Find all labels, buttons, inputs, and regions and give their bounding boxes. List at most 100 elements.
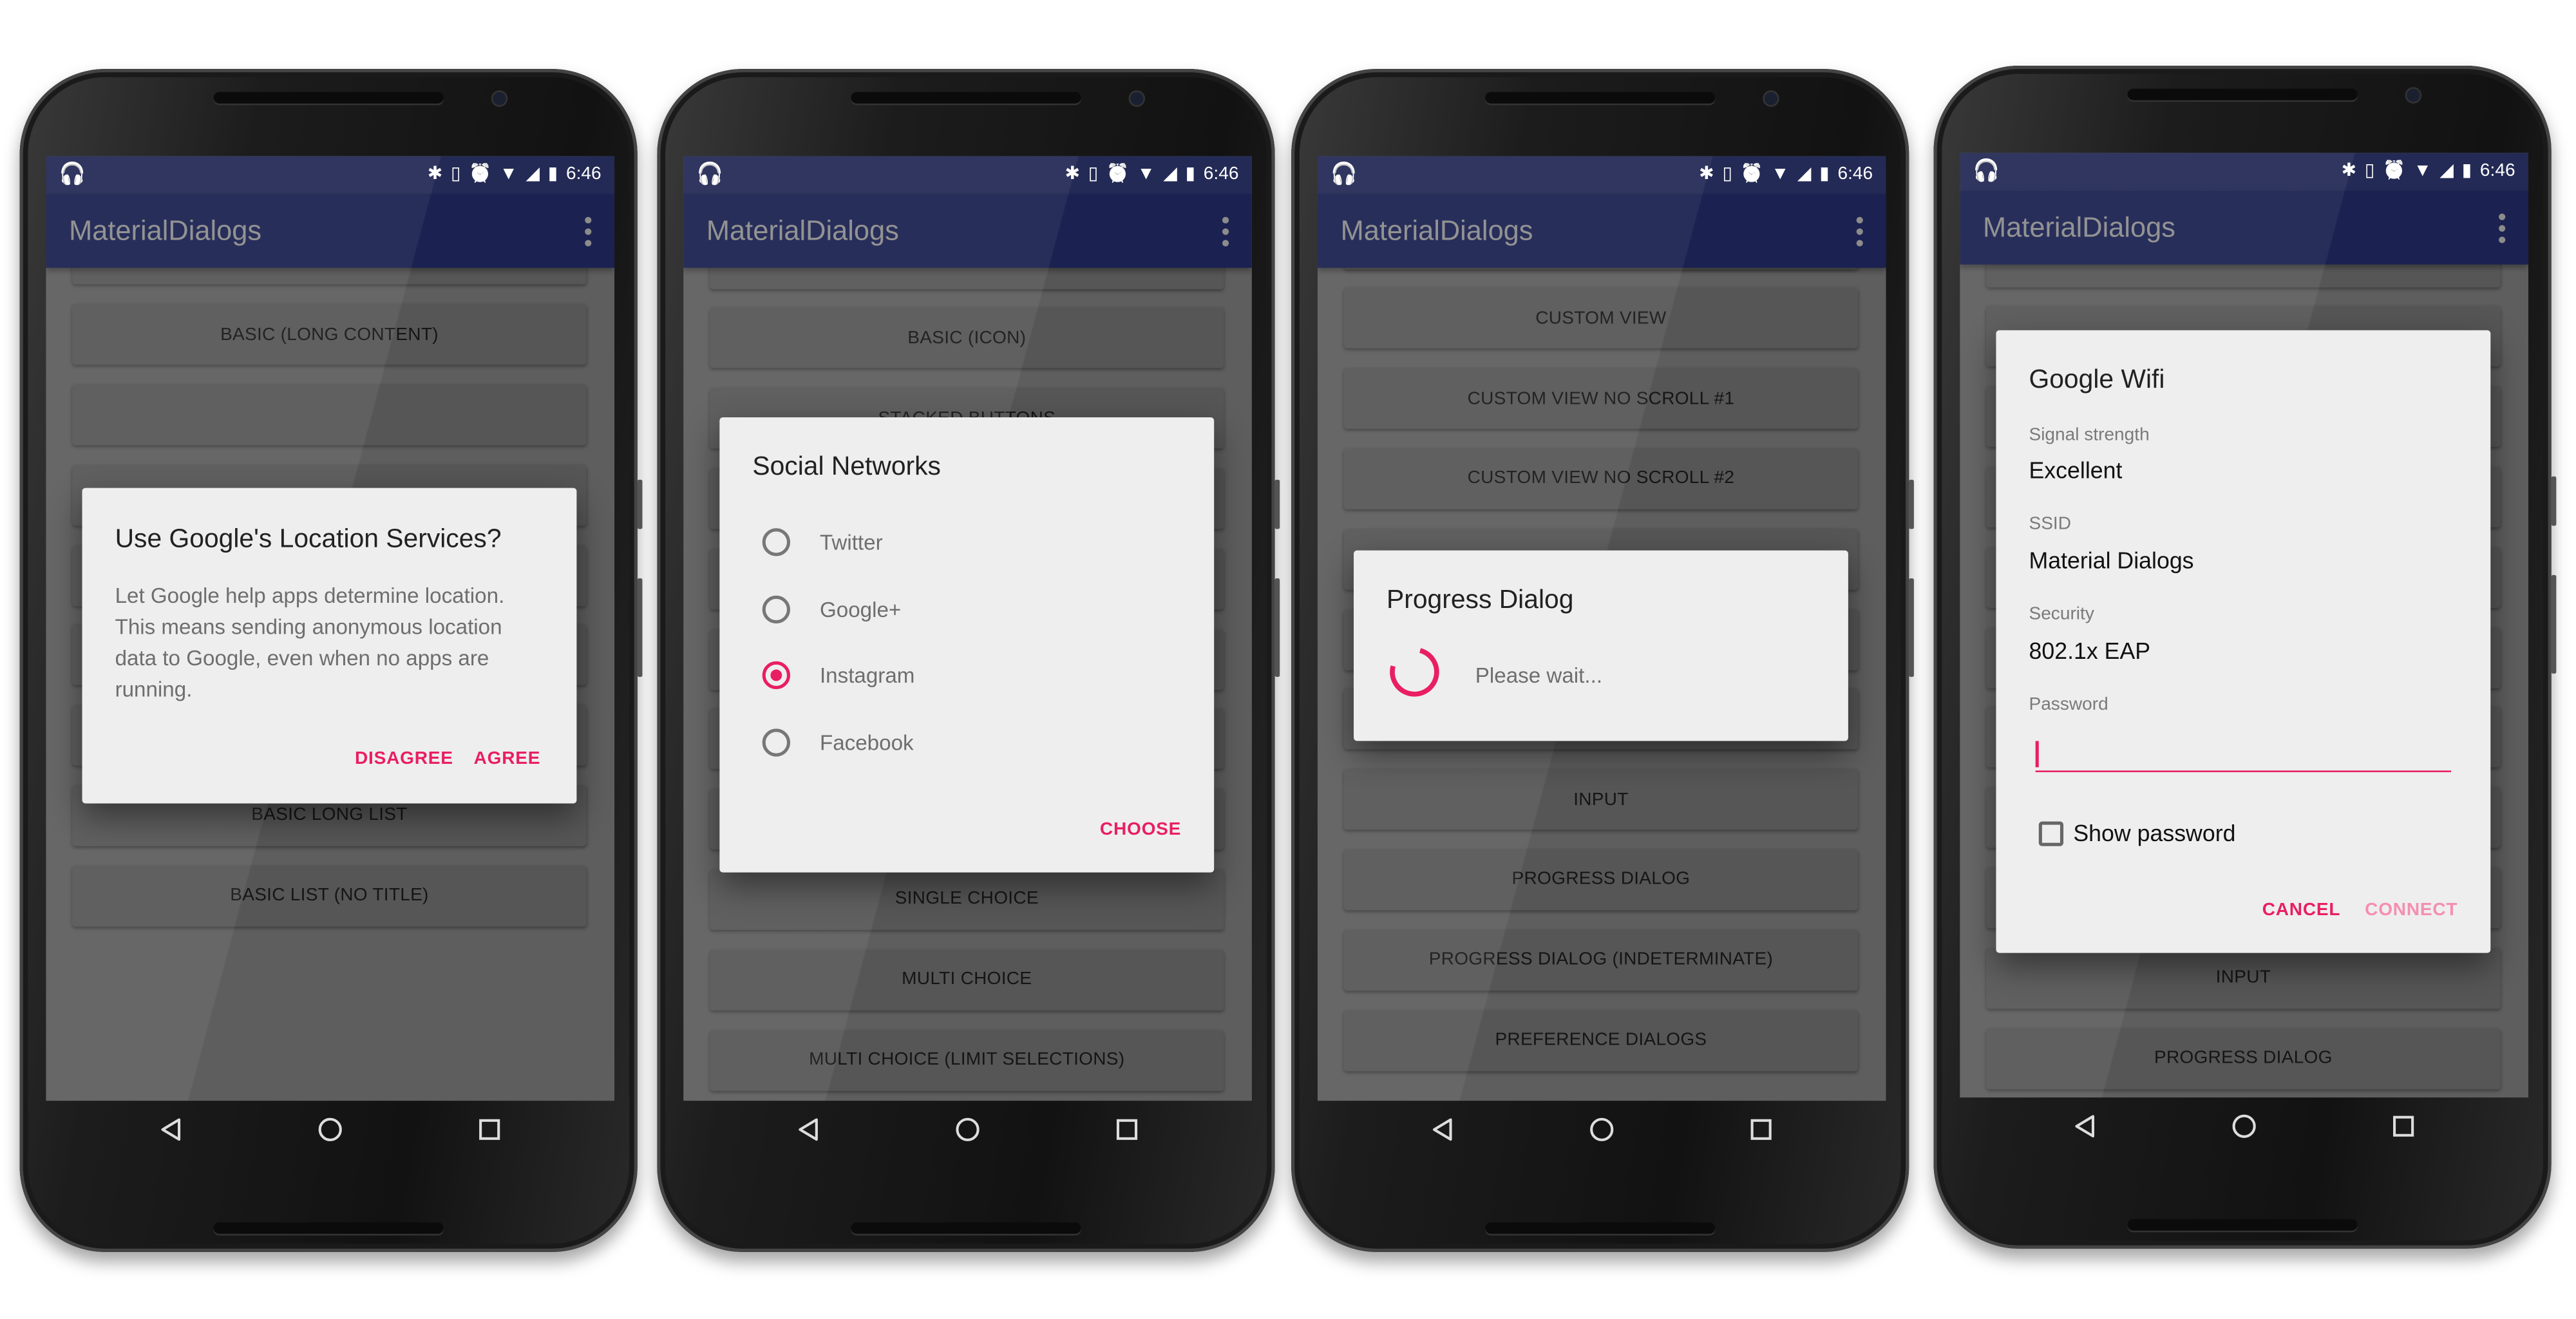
demo-button[interactable]: MULTI CHOICE (LIMIT SELECTIONS) xyxy=(710,1029,1224,1090)
demo-button[interactable]: SINGLE CHOICE xyxy=(710,869,1224,930)
bottom-speaker xyxy=(213,1222,444,1234)
bottom-speaker xyxy=(2127,1219,2358,1231)
alarm-icon: ⏰ xyxy=(1740,164,1763,184)
back-icon[interactable] xyxy=(159,1118,182,1149)
demo-button[interactable]: PROGRESS DIALOG (INDETERMINATE) xyxy=(1343,929,1859,991)
password-input[interactable] xyxy=(2035,734,2452,772)
show-password-label[interactable]: Show password xyxy=(2073,820,2235,846)
disagree-button[interactable]: DISAGREE xyxy=(355,749,453,769)
choose-button[interactable]: CHOOSE xyxy=(1100,820,1181,840)
recents-icon[interactable] xyxy=(1116,1119,1138,1148)
text-cursor xyxy=(2035,741,2038,768)
wifi-icon: ▼ xyxy=(499,164,518,184)
front-camera xyxy=(493,91,506,106)
demo-button[interactable]: INPUT xyxy=(1986,947,2501,1009)
volume-button xyxy=(2551,574,2557,674)
battery-icon: ▮ xyxy=(1185,164,1196,184)
agree-button[interactable]: AGREE xyxy=(474,749,541,769)
battery-icon: ▮ xyxy=(1819,164,1830,184)
power-button xyxy=(1274,479,1280,529)
front-camera xyxy=(2407,88,2420,102)
demo-button[interactable]: PROGRESS DIALOG xyxy=(1343,849,1859,910)
app-bar: MaterialDialogs xyxy=(1960,190,2528,265)
dialog-title: Social Networks xyxy=(752,453,941,482)
vibrate-icon: ▯ xyxy=(2364,160,2375,181)
demo-button[interactable]: INPUT xyxy=(1343,769,1859,830)
demo-button[interactable]: CUSTOM VIEW NO SCROLL #1 xyxy=(1343,368,1859,430)
volume-button xyxy=(1909,578,1914,678)
clock: 6:46 xyxy=(566,164,601,184)
phone-1: 🎧✱▯⏰▼◢▮6:46MaterialDialogsBASIC (NO TITL… xyxy=(19,69,643,1252)
dialog-title: Google Wifi xyxy=(2029,366,2165,395)
cancel-button[interactable]: CANCEL xyxy=(2262,900,2341,920)
radio-button[interactable] xyxy=(762,661,791,690)
headphones-icon: 🎧 xyxy=(59,160,86,186)
demo-button[interactable]: BASIC (LONG CONTENT) xyxy=(72,304,587,365)
ssid-label: SSID xyxy=(2029,514,2072,535)
demo-button[interactable]: PREFERENCE DIALOGS xyxy=(1343,1009,1859,1070)
earpiece-speaker xyxy=(2127,88,2358,100)
back-icon[interactable] xyxy=(1431,1118,1454,1149)
demo-button[interactable]: BASIC (ICON) xyxy=(710,307,1224,369)
home-icon[interactable] xyxy=(954,1116,981,1151)
home-icon[interactable] xyxy=(317,1116,343,1151)
front-camera xyxy=(1764,91,1778,106)
connect-button[interactable]: CONNECT xyxy=(2365,900,2458,920)
app-bar: MaterialDialogs xyxy=(46,194,615,268)
signal-strength-label: Signal strength xyxy=(2029,425,2150,446)
recents-icon[interactable] xyxy=(479,1119,500,1148)
vibrate-icon: ▯ xyxy=(1722,164,1732,184)
demo-button[interactable]: MULTI CHOICE xyxy=(710,949,1224,1011)
navigation-bar xyxy=(1318,1101,1886,1166)
earpiece-speaker xyxy=(213,91,444,104)
app-title: MaterialDialogs xyxy=(69,214,262,246)
dialog: Progress Dialog Please wait... xyxy=(1354,550,1848,741)
recents-icon[interactable] xyxy=(1750,1119,1772,1148)
security-value: 802.1x EAP xyxy=(2029,637,2151,664)
radio-button[interactable] xyxy=(762,728,791,756)
screen: 🎧 ✱ ▯ ⏰ ▼ ◢ ▮ 6:46 MaterialDialogs INPUT PROGRESS … xyxy=(1960,153,2528,1098)
navigation-bar xyxy=(46,1101,614,1166)
radio-button[interactable] xyxy=(762,528,791,556)
battery-icon: ▮ xyxy=(547,164,558,184)
status-bar: 🎧 ✱ ▯ ⏰ ▼ ◢ ▮ 6:46 xyxy=(1317,156,1886,195)
dialog: Social Networks Twitter Google+ Instagram Fa… xyxy=(719,417,1215,873)
status-icons: ✱ ▯ ⏰ ▼ ◢ ▮ 6:46 xyxy=(1065,163,1238,186)
demo-button[interactable]: BASIC LIST (NO TITLE) xyxy=(72,865,587,926)
recents-icon[interactable] xyxy=(2393,1115,2414,1145)
demo-button[interactable] xyxy=(72,384,587,446)
stage: 🎧✱▯⏰▼◢▮6:46MaterialDialogsBASIC (NO TITL… xyxy=(0,0,2576,1319)
overflow-menu-icon[interactable] xyxy=(585,216,592,252)
radio-label[interactable]: Instagram xyxy=(820,663,914,687)
security-label: Security xyxy=(2029,604,2094,625)
demo-button[interactable]: CUSTOM VIEW NO SCROLL #2 xyxy=(1343,448,1859,509)
vibrate-icon: ▯ xyxy=(450,164,461,184)
power-button xyxy=(1909,479,1914,529)
back-icon[interactable] xyxy=(797,1118,820,1149)
home-icon[interactable] xyxy=(1589,1116,1615,1151)
home-icon[interactable] xyxy=(2231,1113,2257,1148)
status-bar: 🎧 ✱ ▯ ⏰ ▼ ◢ ▮ 6:46 xyxy=(1960,153,2528,191)
headphones-icon: 🎧 xyxy=(1973,157,2000,183)
radio-label[interactable]: Facebook xyxy=(820,730,914,754)
bottom-speaker xyxy=(1485,1222,1716,1234)
overflow-menu-icon[interactable] xyxy=(1856,216,1863,252)
radio-label[interactable]: Google+ xyxy=(820,596,901,621)
clock: 6:46 xyxy=(2479,160,2515,181)
radio-button[interactable] xyxy=(762,594,791,623)
bluetooth-icon: ✱ xyxy=(2341,160,2357,181)
status-bar: 🎧 ✱ ▯ ⏰ ▼ ◢ ▮ 6:46 xyxy=(683,156,1252,195)
overflow-menu-icon[interactable] xyxy=(1222,216,1229,252)
overflow-menu-icon[interactable] xyxy=(2499,213,2506,249)
navigation-bar xyxy=(683,1101,1252,1166)
show-password-checkbox[interactable] xyxy=(2038,821,2064,846)
bluetooth-icon: ✱ xyxy=(427,164,443,184)
app-title: MaterialDialogs xyxy=(1983,211,2175,243)
status-icons: ✱ ▯ ⏰ ▼ ◢ ▮ 6:46 xyxy=(1699,163,1873,186)
wifi-icon: ▼ xyxy=(1771,164,1790,184)
signal-icon: ◢ xyxy=(526,164,540,184)
back-icon[interactable] xyxy=(2073,1115,2096,1146)
radio-label[interactable]: Twitter xyxy=(820,530,883,555)
demo-button[interactable]: CUSTOM VIEW xyxy=(1343,288,1859,349)
demo-button[interactable]: PROGRESS DIALOG xyxy=(1986,1027,2501,1089)
